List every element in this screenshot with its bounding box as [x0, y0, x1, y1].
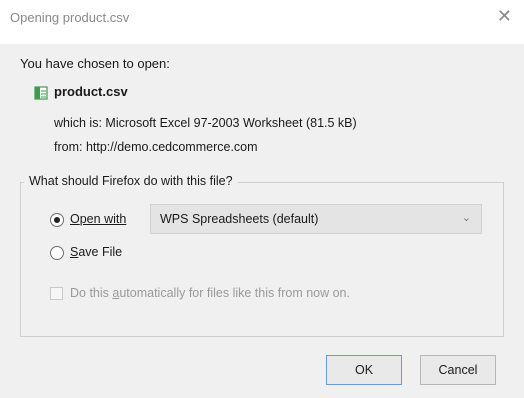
file-source-info: from: http://demo.cedcommerce.com	[54, 140, 258, 154]
app-select[interactable]: WPS Spreadsheets (default) ⌄	[150, 204, 482, 234]
save-file-label[interactable]: Save File	[70, 245, 122, 259]
open-with-radio[interactable]	[50, 213, 64, 227]
file-type-info: which is: Microsoft Excel 97-2003 Worksh…	[54, 116, 357, 130]
app-select-value: WPS Spreadsheets (default)	[160, 212, 319, 226]
save-file-label-rest: ave File	[78, 245, 123, 259]
spreadsheet-file-icon	[34, 86, 48, 100]
auto-open-checkbox[interactable]	[50, 287, 63, 300]
open-with-accesskey: O	[70, 212, 80, 226]
open-with-label[interactable]: Open with	[70, 212, 126, 226]
save-file-radio[interactable]	[50, 246, 64, 260]
ok-button[interactable]: OK	[326, 355, 402, 385]
dialog-title: Opening product.csv	[10, 10, 130, 25]
auto-open-label-post: utomatically for files like this from no…	[119, 286, 350, 300]
action-group-legend: What should Firefox do with this file?	[24, 174, 238, 188]
open-with-label-rest: pen with	[79, 212, 127, 226]
auto-open-label[interactable]: Do this automatically for files like thi…	[70, 286, 350, 300]
chevron-down-icon: ⌄	[461, 212, 471, 224]
file-name: product.csv	[54, 84, 128, 99]
auto-open-label-pre: Do this	[70, 286, 113, 300]
intro-text: You have chosen to open:	[20, 56, 170, 71]
cancel-button[interactable]: Cancel	[420, 355, 496, 385]
close-icon[interactable]: ✕	[497, 6, 512, 26]
dialog-titlebar: Opening product.csv ✕	[0, 0, 524, 44]
